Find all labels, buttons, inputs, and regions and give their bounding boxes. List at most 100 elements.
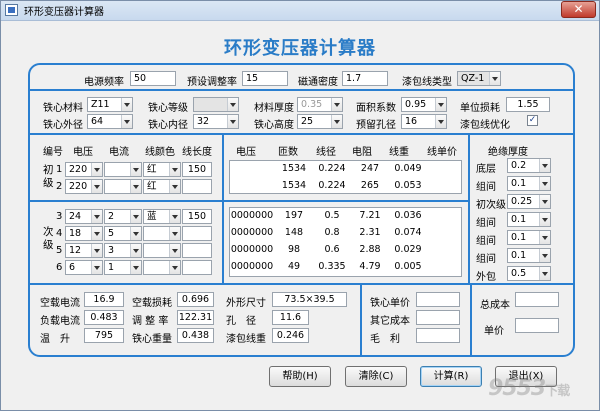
insulation-select[interactable]: 0.5 (507, 266, 551, 281)
divider-calc-insulation (468, 134, 470, 283)
core-height-select[interactable]: 25 (297, 114, 343, 129)
core-inner-select[interactable]: 32 (193, 114, 239, 129)
core-grade-select[interactable] (193, 97, 239, 112)
secondary-current-value: 5 (108, 228, 115, 239)
calc-header-price: 线单价 (427, 147, 457, 158)
secondary-voltage-value: 6 (69, 262, 76, 273)
insulation-select[interactable]: 0.1 (507, 212, 551, 227)
primary-voltage-value: 220 (69, 164, 88, 175)
insulation-select[interactable]: 0.1 (507, 176, 551, 191)
calc-cell-turns: 1534 (281, 180, 307, 191)
chevron-down-icon (539, 213, 550, 226)
chevron-down-icon (331, 98, 342, 111)
insulation-label: 组间 (476, 182, 496, 193)
core-outer-label: 铁心外径 (43, 120, 83, 131)
chevron-down-icon (435, 98, 446, 111)
secondary-length-input[interactable] (182, 243, 212, 258)
wire-type-select[interactable]: QZ-1 (457, 71, 501, 86)
hole-diameter-label: 孔 径 (226, 316, 256, 327)
freq-input[interactable]: 50 (130, 71, 176, 86)
calc-cell-turns: 1534 (281, 163, 307, 174)
dimension-label: 外形尺寸 (226, 298, 266, 309)
thickness-select[interactable]: 0.35 (297, 97, 343, 112)
noload-current-value: 16.9 (84, 292, 124, 307)
help-button[interactable]: 帮助(H) (269, 366, 331, 387)
insulation-value: 0.25 (511, 196, 533, 207)
header-wire-color: 线颜色 (145, 147, 175, 158)
primary-current-select[interactable] (104, 179, 142, 194)
other-cost-label: 其它成本 (370, 316, 410, 327)
close-button[interactable]: ✕ (561, 1, 596, 18)
wire-type-value: QZ-1 (461, 73, 485, 84)
primary-color-select[interactable]: 红 (143, 179, 181, 194)
secondary-length-input[interactable] (182, 260, 212, 275)
primary-voltage-select[interactable]: 220 (65, 162, 103, 177)
wire-opt-checkbox[interactable]: ✓ (527, 115, 538, 126)
secondary-row-no: 4 (56, 228, 63, 239)
adjust-input[interactable]: 15 (242, 71, 288, 86)
adjust-label: 预设调整率 (187, 77, 237, 88)
core-material-select[interactable]: Z11 (87, 97, 133, 112)
area-coef-select[interactable]: 0.95 (401, 97, 447, 112)
insulation-value: 0.1 (511, 214, 527, 225)
divider-core (29, 133, 574, 135)
secondary-color-select[interactable] (143, 243, 181, 258)
freq-label: 电源频率 (84, 77, 124, 88)
unit-loss-input[interactable]: 1.55 (506, 97, 550, 112)
core-height-label: 铁心高度 (254, 120, 294, 131)
calc-cell-voltage: 0000000 (230, 227, 274, 238)
regulation-label: 调 整 率 (132, 316, 169, 327)
core-price-label: 铁心单价 (370, 298, 410, 309)
load-current-value: 0.483 (84, 310, 124, 325)
reserved-hole-select[interactable]: 16 (401, 114, 447, 129)
primary-current-select[interactable] (104, 162, 142, 177)
core-inner-value: 32 (197, 116, 210, 127)
secondary-current-select[interactable]: 3 (104, 243, 142, 258)
primary-length-input[interactable]: 150 (182, 162, 212, 177)
insulation-select[interactable]: 0.2 (507, 158, 551, 173)
insulation-select[interactable]: 0.1 (507, 230, 551, 245)
profit-input[interactable] (416, 328, 460, 343)
secondary-voltage-select[interactable]: 12 (65, 243, 103, 258)
chevron-down-icon (169, 261, 180, 274)
insulation-value: 0.5 (511, 268, 527, 279)
secondary-color-select[interactable] (143, 260, 181, 275)
clear-button[interactable]: 清除(C) (345, 366, 407, 387)
chevron-down-icon (121, 98, 132, 111)
secondary-length-input[interactable]: 150 (182, 209, 212, 224)
wire-weight-value: 0.246 (272, 328, 309, 343)
chevron-down-icon (539, 177, 550, 190)
insulation-select[interactable]: 0.25 (507, 194, 551, 209)
chevron-down-icon (169, 227, 180, 240)
calculate-button[interactable]: 计算(R) (420, 366, 482, 387)
calc-cell-weight: 0.074 (394, 227, 422, 238)
chevron-down-icon (91, 244, 102, 257)
chevron-down-icon (169, 210, 180, 223)
chevron-down-icon (331, 115, 342, 128)
primary-group-label: 初级 (43, 164, 54, 189)
core-outer-select[interactable]: 64 (87, 114, 133, 129)
calc-cell-turns: 148 (284, 227, 304, 238)
secondary-voltage-select[interactable]: 6 (65, 260, 103, 275)
chevron-down-icon (539, 159, 550, 172)
flux-input[interactable]: 1.7 (342, 71, 388, 86)
secondary-voltage-select[interactable]: 24 (65, 209, 103, 224)
secondary-current-select[interactable]: 5 (104, 226, 142, 241)
core-price-input[interactable] (416, 292, 460, 307)
secondary-length-input[interactable] (182, 226, 212, 241)
insulation-select[interactable]: 0.1 (507, 248, 551, 263)
secondary-current-select[interactable]: 1 (104, 260, 142, 275)
primary-voltage-select[interactable]: 220 (65, 179, 103, 194)
secondary-color-select[interactable]: 蓝 (143, 209, 181, 224)
secondary-current-select[interactable]: 2 (104, 209, 142, 224)
calc-cell-weight: 0.053 (394, 180, 422, 191)
other-cost-input[interactable] (416, 310, 460, 325)
secondary-calc-row: 0000000 98 0.6 2.88 0.029 (229, 243, 462, 258)
secondary-color-select[interactable] (143, 226, 181, 241)
calc-header-diameter: 线径 (316, 147, 336, 158)
calc-cell-diameter: 0.8 (324, 227, 340, 238)
chevron-down-icon (91, 180, 102, 193)
primary-color-select[interactable]: 红 (143, 162, 181, 177)
secondary-voltage-select[interactable]: 18 (65, 226, 103, 241)
primary-length-input[interactable] (182, 179, 212, 194)
